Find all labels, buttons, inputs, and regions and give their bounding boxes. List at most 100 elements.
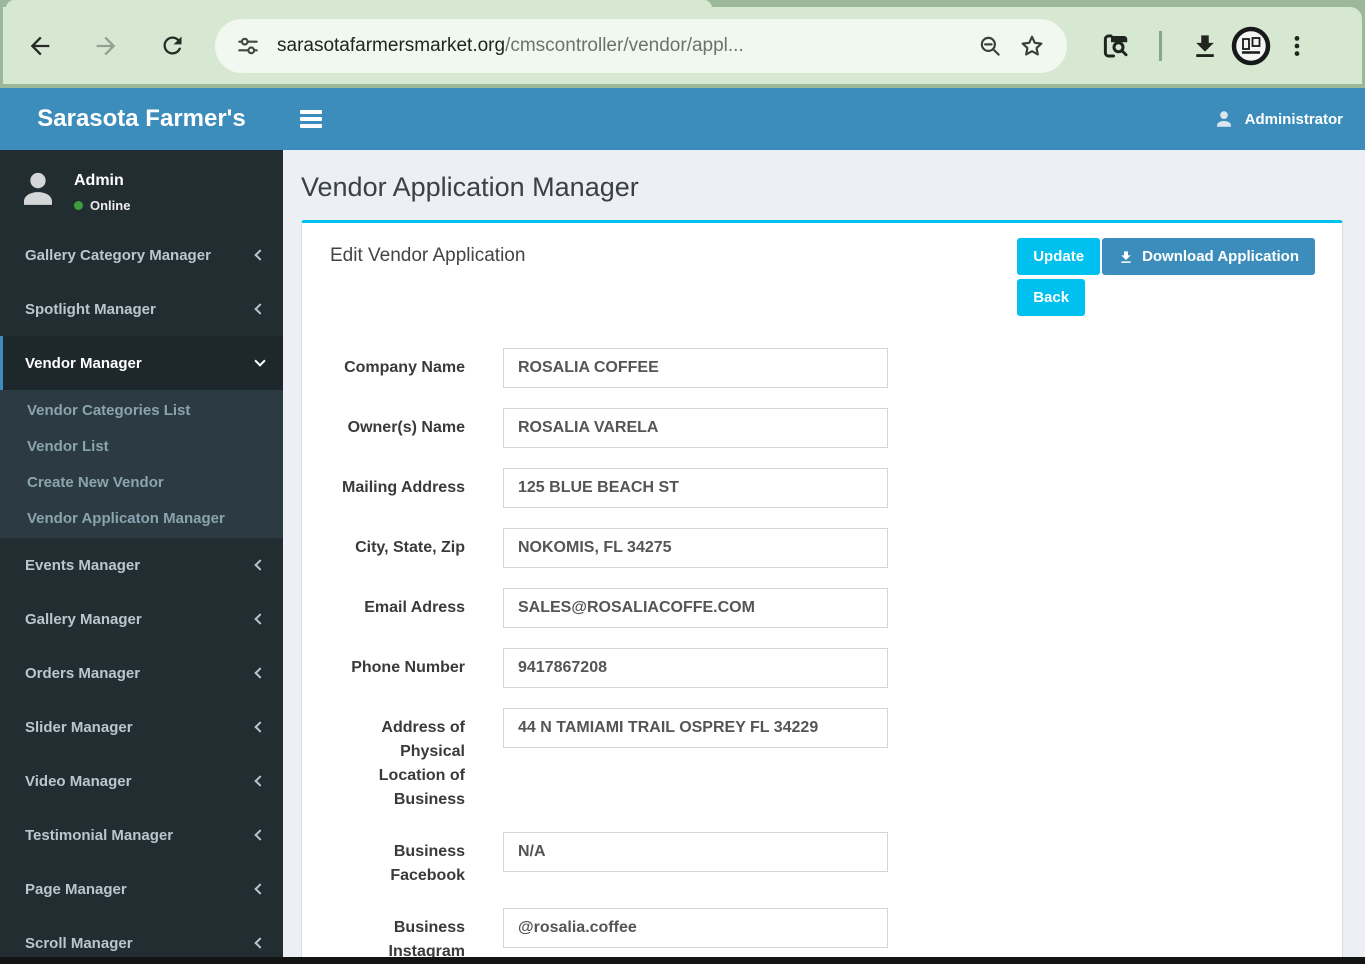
sidebar-item-testimonial-manager[interactable]: Testimonial Manager [0,808,283,862]
phone-number-label: Phone Number [351,659,465,676]
chevron-left-icon [254,883,266,895]
update-button[interactable]: Update [1017,238,1101,275]
downloads-button[interactable] [1182,23,1228,69]
owner-name-label: Owner(s) Name [347,419,465,436]
sidebar-user-status[interactable]: Online [74,198,130,213]
address-bar[interactable]: sarasotafarmersmarket.org/cmscontroller/… [215,18,1067,73]
chevron-left-icon [254,721,266,733]
company-name-input[interactable] [503,348,888,388]
form-row-phone-number: Phone Number [330,648,1342,688]
url-text[interactable]: sarasotafarmersmarket.org/cmscontroller/… [277,35,969,57]
screen-bottom-edge [0,957,1365,964]
sidebar-item-spotlight-manager[interactable]: Spotlight Manager [0,282,283,336]
browser-chrome: sarasotafarmersmarket.org/cmscontroller/… [0,0,1365,88]
form-row-physical-location: Address of Physical Location of Business [330,708,1342,812]
sidebar-item-orders-manager[interactable]: Orders Manager [0,646,283,700]
form-row-mailing-address: Mailing Address [330,468,1342,508]
browser-back-button[interactable] [17,23,63,69]
sidebar-subitem-create-new-vendor[interactable]: Create New Vendor [0,464,283,500]
sidebar-item-gallery-manager[interactable]: Gallery Manager [0,592,283,646]
sidebar-toggle-button[interactable] [298,96,344,142]
form-row-business-facebook: Business Facebook [330,832,1342,888]
company-name-label: Company Name [344,359,465,376]
email-address-input[interactable] [503,588,888,628]
browser-menu-button[interactable] [1274,23,1320,69]
download-icon [1118,249,1134,265]
brand-title: Sarasota Farmer's [37,105,246,132]
bookmark-star-button[interactable] [1011,25,1053,67]
business-facebook-label: Business Facebook [390,843,465,884]
city-state-zip-label: City, State, Zip [355,539,465,556]
browser-forward-button[interactable] [83,23,129,69]
box-action-buttons: Update Download Application Back [1017,238,1315,316]
kebab-menu-icon [1284,33,1310,59]
zoom-level-button[interactable] [969,25,1011,67]
sidebar-user-panel: Admin Online [0,150,283,228]
city-state-zip-input[interactable] [503,528,888,568]
browser-reload-button[interactable] [149,23,195,69]
form-row-company-name: Company Name [330,348,1342,388]
user-icon [1213,108,1235,130]
zoom-out-magnifier-icon [977,33,1003,59]
top-navbar: Administrator [283,88,1365,150]
back-button[interactable]: Back [1017,279,1086,316]
chevron-left-icon [254,613,266,625]
mailing-address-label: Mailing Address [342,479,465,496]
online-dot-icon [74,201,83,210]
chevron-left-icon [254,937,266,949]
sidebar-item-vendor-manager[interactable]: Vendor Manager [0,336,283,390]
navbar-user-menu[interactable]: Administrator [1213,108,1343,130]
navbar-user-label: Administrator [1244,110,1343,128]
online-label: Online [90,198,131,213]
sidebar-item-events-manager[interactable]: Events Manager [0,538,283,592]
profile-avatar [1231,26,1271,66]
mailing-address-input[interactable] [503,468,888,508]
form-row-owner-name: Owner(s) Name [330,408,1342,448]
toolbar-divider [1159,30,1162,61]
sidebar-subitem-vendor-categories-list[interactable]: Vendor Categories List [0,392,283,428]
profile-avatar-button[interactable] [1228,23,1274,69]
form-row-email-address: Email Adress [330,588,1342,628]
physical-location-input[interactable] [503,708,888,748]
sidebar-item-video-manager[interactable]: Video Manager [0,754,283,808]
site-settings-icon[interactable] [235,33,261,59]
forward-arrow-icon [92,32,120,60]
sidebar-user-name: Admin [74,172,124,189]
phone-number-input[interactable] [503,648,888,688]
tab-search-icon [1101,31,1131,61]
physical-location-label: Address of Physical Location of Business [378,719,465,808]
chevron-left-icon [254,775,266,787]
box-title: Edit Vendor Application [330,245,526,266]
tab-search-button[interactable] [1093,23,1139,69]
sidebar-subitem-vendor-application-manager[interactable]: Vendor Applicaton Manager [0,500,283,536]
vendor-application-form: Company Name Owner(s) Name Mailing Addre… [302,328,1342,964]
sidebar: Admin Online Gallery Category Manager Sp… [0,150,283,964]
back-arrow-icon [26,32,54,60]
chevron-left-icon [254,667,266,679]
chevron-left-icon [254,303,266,315]
business-instagram-input[interactable] [503,908,888,948]
sidebar-item-slider-manager[interactable]: Slider Manager [0,700,283,754]
star-icon [1019,33,1045,59]
vendor-manager-submenu: Vendor Categories List Vendor List Creat… [0,390,283,538]
content-area: Vendor Application Manager Edit Vendor A… [283,150,1365,964]
url-domain: sarasotafarmersmarket.org [277,34,506,56]
business-facebook-input[interactable] [503,832,888,872]
form-row-city-state-zip: City, State, Zip [330,528,1342,568]
reload-icon [159,32,186,59]
sidebar-item-gallery-category-manager[interactable]: Gallery Category Manager [0,228,283,282]
email-address-label: Email Adress [364,599,465,616]
download-application-button[interactable]: Download Application [1102,238,1315,275]
chevron-left-icon [254,249,266,261]
sidebar-item-page-manager[interactable]: Page Manager [0,862,283,916]
sidebar-menu: Gallery Category Manager Spotlight Manag… [0,228,283,964]
chevron-left-icon [254,559,266,571]
business-instagram-label: Business Instagram [388,919,465,960]
edit-vendor-application-box: Edit Vendor Application Update Download … [301,220,1343,964]
owner-name-input[interactable] [503,408,888,448]
browser-toolbar: sarasotafarmersmarket.org/cmscontroller/… [3,7,1362,84]
form-row-business-instagram: Business Instagram [330,908,1342,964]
sidebar-subitem-vendor-list[interactable]: Vendor List [0,428,283,464]
brand-logo[interactable]: Sarasota Farmer's [0,88,283,150]
page-title: Vendor Application Manager [301,172,639,202]
